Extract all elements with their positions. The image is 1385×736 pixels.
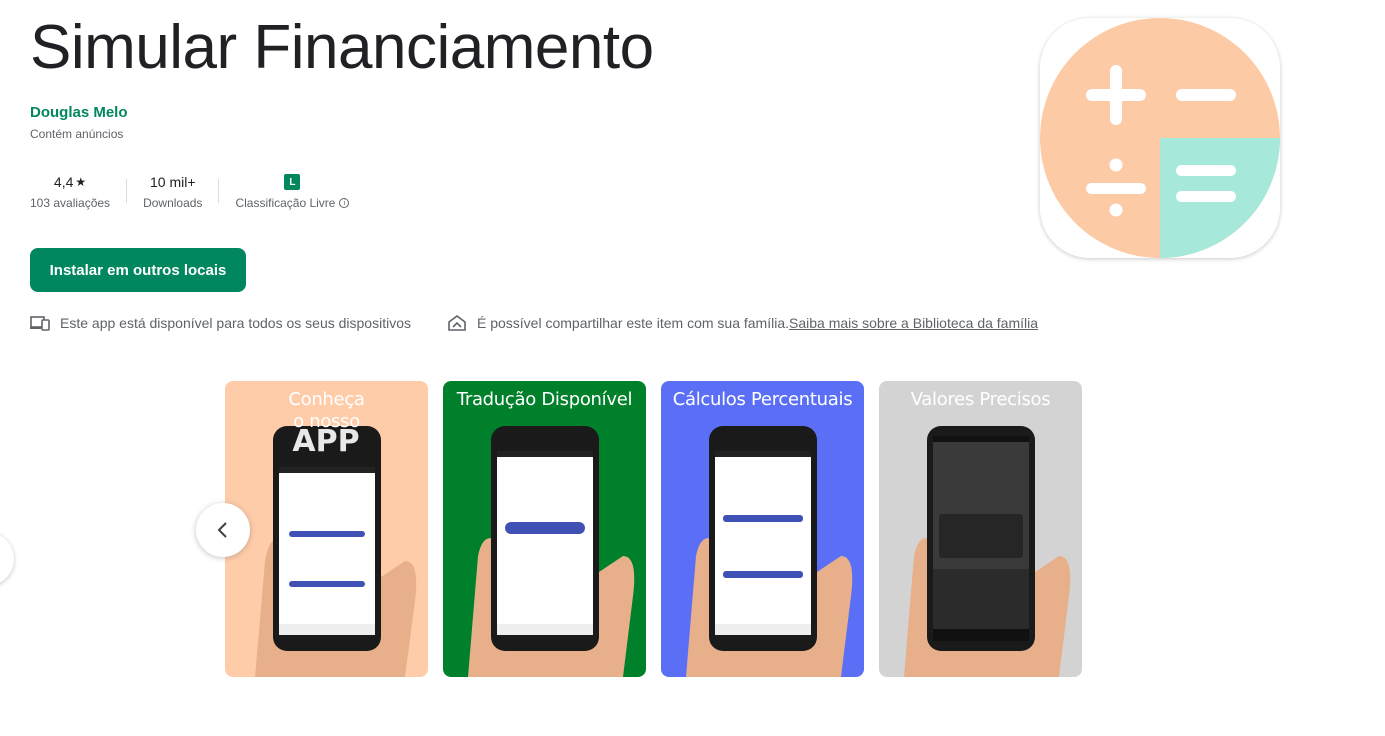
downloads-stat: 10 mil+ Downloads: [127, 172, 218, 210]
screenshot-caption: Cálculos Percentuais: [672, 389, 853, 410]
rating-value: 4,4: [53, 174, 74, 190]
content-rating-badge-icon: L: [284, 174, 301, 190]
family-home-icon: [448, 315, 466, 331]
info-icon[interactable]: i: [339, 198, 350, 208]
phone-mockup-illustration: [468, 426, 635, 677]
screenshot-gallery: APP Conheça o nosso Tradução Disponível: [225, 381, 1082, 677]
screenshot-4[interactable]: Valores Precisos: [879, 381, 1082, 677]
phone-mockup-illustration: [904, 426, 1071, 677]
ads-notice: Contém anúncios: [30, 127, 124, 141]
star-icon: ★: [75, 175, 87, 189]
screenshot-caption: Valores Precisos: [910, 389, 1051, 410]
downloads-label: Downloads: [143, 196, 203, 210]
screenshot-3[interactable]: Cálculos Percentuais: [661, 381, 864, 677]
downloads-value: 10 mil+: [149, 174, 196, 190]
stats-row: 4,4 ★ 103 avaliações 10 mil+ Downloads L…: [30, 172, 365, 210]
phone-mockup-illustration: [686, 426, 853, 677]
content-rating-label: Classificação Livre: [235, 196, 336, 210]
family-library-link[interactable]: Saiba mais sobre a Biblioteca da família: [789, 315, 1038, 331]
screenshot-caption-line: o nosso: [293, 411, 360, 432]
chevron-left-icon: [217, 522, 227, 538]
page-edge-decoration: [0, 532, 14, 586]
app-title: Simular Financiamento: [30, 13, 654, 82]
devices-text: Este app está disponível para todos os s…: [60, 315, 411, 331]
gallery-prev-button[interactable]: [196, 503, 250, 557]
content-rating-stat[interactable]: L Classificação Livre i: [219, 172, 365, 210]
availability-row: Este app está disponível para todos os s…: [30, 314, 1038, 332]
app-icon: [1040, 18, 1280, 258]
devices-icon: [30, 316, 50, 331]
family-text: É possível compartilhar este item com su…: [476, 315, 789, 331]
screenshot-caption: Tradução Disponível: [456, 389, 633, 410]
developer-link[interactable]: Douglas Melo: [30, 104, 128, 121]
install-button[interactable]: Instalar em outros locais: [30, 248, 246, 292]
screenshot-2[interactable]: Tradução Disponível: [443, 381, 646, 677]
screenshot-caption-line: Conheça: [288, 389, 365, 410]
reviews-count: 103 avaliações: [30, 196, 111, 210]
rating-stat[interactable]: 4,4 ★ 103 avaliações: [30, 172, 126, 210]
calculator-icon: [1040, 18, 1280, 258]
screenshot-1[interactable]: APP Conheça o nosso: [225, 381, 428, 677]
